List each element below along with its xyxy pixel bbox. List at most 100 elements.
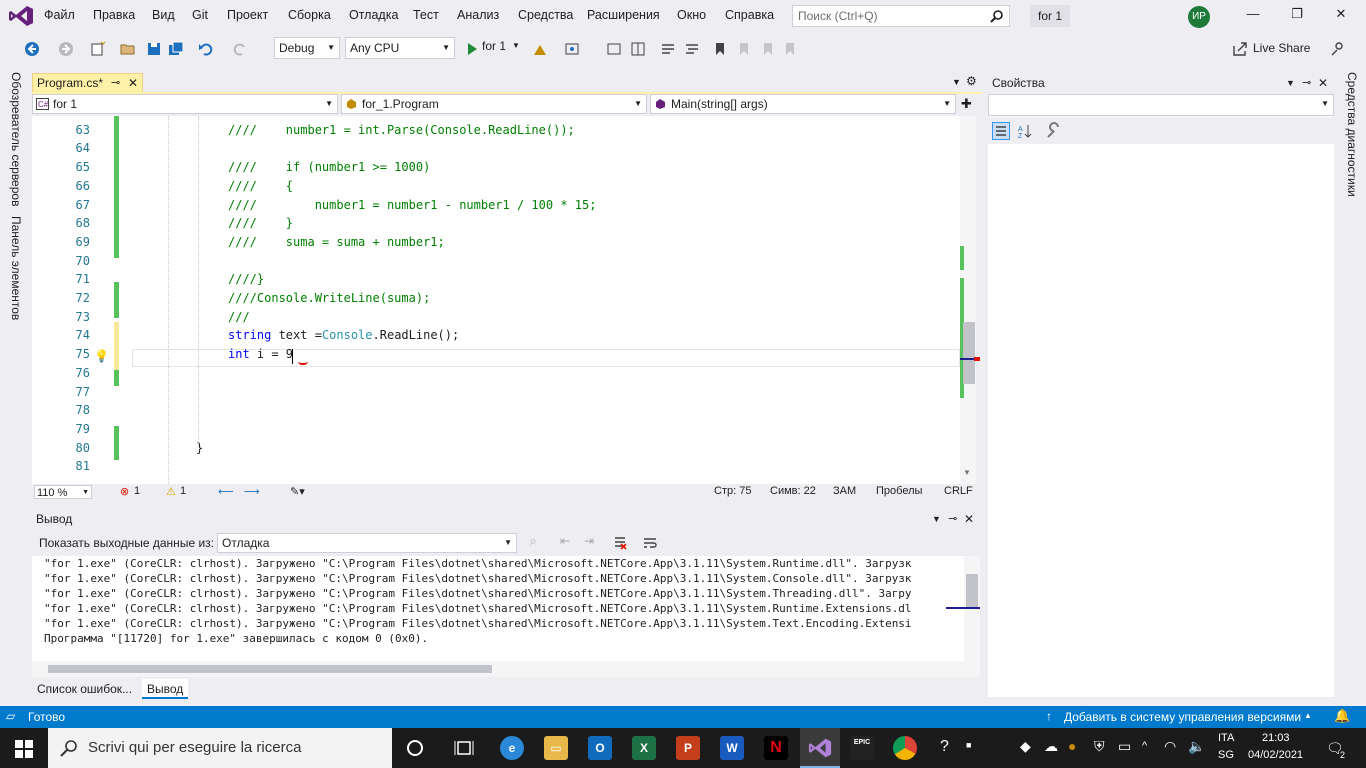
nav-class-select[interactable]: for_1.Program ▼ xyxy=(341,94,647,114)
epic-games-icon[interactable]: EPIC xyxy=(850,736,874,760)
editor-settings-gear-icon[interactable]: ⚙ xyxy=(966,74,977,88)
wrench-icon[interactable] xyxy=(1044,122,1062,140)
notifications-bell-icon[interactable]: 🔔 xyxy=(1334,708,1350,724)
menu-item[interactable]: Вид xyxy=(152,8,175,22)
prev-bookmark-icon[interactable] xyxy=(736,41,752,57)
hot-reload-icon[interactable] xyxy=(532,41,548,57)
output-source-select[interactable]: Отладка ▼ xyxy=(217,533,517,553)
run-chevron-down-icon[interactable]: ▼ xyxy=(512,41,520,50)
tab-overflow-chevron-icon[interactable]: ▼ xyxy=(952,77,961,87)
warning-count[interactable]: 1 xyxy=(180,485,186,497)
nav-project-select[interactable]: C# for 1 ▼ xyxy=(32,94,338,114)
menu-item[interactable]: Расширения xyxy=(587,8,660,22)
server-explorer-tab[interactable]: Обозреватель серверов xyxy=(9,72,23,206)
language-top[interactable]: ITA xyxy=(1218,732,1234,744)
menu-item[interactable]: Справка xyxy=(725,8,774,22)
windows-start-icon[interactable] xyxy=(15,740,33,758)
file-explorer-icon[interactable]: ▭ xyxy=(544,736,568,760)
editor-vertical-scrollbar[interactable]: ▼ xyxy=(960,116,980,484)
avatar[interactable]: ИР xyxy=(1188,6,1210,28)
volume-icon[interactable]: 🔈 xyxy=(1188,738,1205,755)
nav-member-select[interactable]: Main(string[] args) ▼ xyxy=(650,94,956,114)
search-input[interactable]: Поиск (Ctrl+Q) xyxy=(792,5,1010,27)
chrome-icon[interactable] xyxy=(893,736,917,760)
new-project-icon[interactable] xyxy=(90,41,106,57)
play-icon[interactable] xyxy=(464,41,480,57)
vscode-tray-icon[interactable]: ◆ xyxy=(1020,738,1031,755)
menu-item[interactable]: Окно xyxy=(677,8,706,22)
restore-icon[interactable]: ❐ xyxy=(1282,6,1312,26)
layout-icon[interactable] xyxy=(630,41,646,57)
epic-tray-icon[interactable]: ■ xyxy=(966,740,971,750)
clear-bookmarks-icon[interactable] xyxy=(782,41,798,57)
whitespace-mode[interactable]: Пробелы xyxy=(876,485,922,497)
clock-date[interactable]: 04/02/2021 xyxy=(1248,749,1303,761)
toolbox-tab[interactable]: Панель элементов xyxy=(9,216,23,320)
find-message-icon[interactable]: ⌕ xyxy=(530,534,537,549)
next-message-icon[interactable]: ⇥ xyxy=(584,534,594,548)
next-bookmark-icon[interactable] xyxy=(760,41,776,57)
clear-all-icon[interactable] xyxy=(612,535,628,551)
uncomment-icon[interactable] xyxy=(684,41,700,57)
forward-icon[interactable] xyxy=(58,41,74,57)
menu-item[interactable]: Файл xyxy=(44,8,75,22)
error-icon[interactable]: ⊗ xyxy=(120,485,129,498)
tab-output[interactable]: Вывод xyxy=(142,679,189,699)
save-icon[interactable] xyxy=(146,41,162,57)
alphabetical-icon[interactable]: AZ xyxy=(1016,122,1034,140)
live-share-button[interactable]: Live Share xyxy=(1253,41,1310,55)
menu-item[interactable]: Средства xyxy=(518,8,573,22)
menu-item[interactable]: Анализ xyxy=(457,8,499,22)
error-count[interactable]: 1 xyxy=(134,485,140,497)
edge-icon[interactable]: e xyxy=(500,736,524,760)
menu-item[interactable]: Правка xyxy=(93,8,135,22)
wifi-icon[interactable]: ◠ xyxy=(1164,738,1176,755)
platform-select[interactable]: Any CPU ▼ xyxy=(345,37,455,59)
visual-studio-taskbar-icon[interactable] xyxy=(808,736,832,760)
menu-item[interactable]: Git xyxy=(192,8,208,22)
output-text[interactable]: "for 1.exe" (CoreCLR: clrhost). Загружен… xyxy=(32,556,980,661)
security-tray-icon[interactable]: ⛨ xyxy=(1094,738,1105,755)
close-icon[interactable]: ✕ xyxy=(1318,72,1328,94)
open-icon[interactable] xyxy=(120,41,136,57)
pin-icon[interactable]: ⊸ xyxy=(111,74,120,92)
chevron-down-icon[interactable]: ▼ xyxy=(1286,72,1295,94)
pin-icon[interactable]: ⊸ xyxy=(1302,72,1311,94)
scrollbar-thumb[interactable] xyxy=(963,322,975,384)
chevron-up-icon[interactable]: ^ xyxy=(1142,740,1147,752)
close-icon[interactable]: ✕ xyxy=(964,508,974,530)
code-editor[interactable]: 💡 62 63 //// number1 = int.Parse(Console.R… xyxy=(32,116,976,484)
close-tab-icon[interactable]: ✕ xyxy=(128,74,138,92)
zoom-select[interactable]: 110 % ▼ xyxy=(34,485,92,499)
menu-item[interactable]: Сборка xyxy=(288,8,331,22)
visual-studio-logo-icon[interactable] xyxy=(8,5,34,27)
minimize-icon[interactable]: — xyxy=(1238,6,1268,26)
language-bottom[interactable]: SG xyxy=(1218,749,1234,761)
live-share-icon[interactable] xyxy=(1232,41,1248,57)
eol-mode[interactable]: CRLF xyxy=(944,485,973,497)
lightbulb-icon[interactable]: 💡 xyxy=(94,349,109,363)
undo-icon[interactable] xyxy=(198,41,214,57)
scrollbar-thumb[interactable] xyxy=(48,665,492,673)
back-icon[interactable] xyxy=(24,41,40,57)
cortana-icon[interactable] xyxy=(406,739,424,757)
battery-tray-icon[interactable]: ▭ xyxy=(1118,738,1131,755)
outlook-icon[interactable]: O xyxy=(588,736,612,760)
output-horizontal-scrollbar[interactable] xyxy=(32,661,980,677)
config-select[interactable]: Debug ▼ xyxy=(274,37,340,59)
output-vertical-scrollbar[interactable] xyxy=(946,556,980,661)
chevron-down-icon[interactable]: ▼ xyxy=(932,508,941,530)
clock-time[interactable]: 21:03 xyxy=(1262,732,1290,744)
help-tray-icon[interactable]: ? xyxy=(940,738,949,756)
taskbar-search-input[interactable]: Scrivi qui per eseguire la ricerca xyxy=(48,728,392,768)
word-wrap-icon[interactable] xyxy=(642,535,658,551)
tab-program-cs[interactable]: Program.cs* ⊸ ✕ xyxy=(32,73,143,93)
run-button[interactable]: for 1 xyxy=(482,39,506,53)
prev-message-icon[interactable]: ⇤ xyxy=(560,534,570,548)
scrollbar-thumb[interactable] xyxy=(966,574,978,608)
warning-icon[interactable]: ⚠ xyxy=(166,485,176,498)
insert-mode[interactable]: ЗАМ xyxy=(833,485,856,497)
powerpoint-icon[interactable]: P xyxy=(676,736,700,760)
step-icon[interactable] xyxy=(606,41,622,57)
menu-item[interactable]: Тест xyxy=(413,8,439,22)
